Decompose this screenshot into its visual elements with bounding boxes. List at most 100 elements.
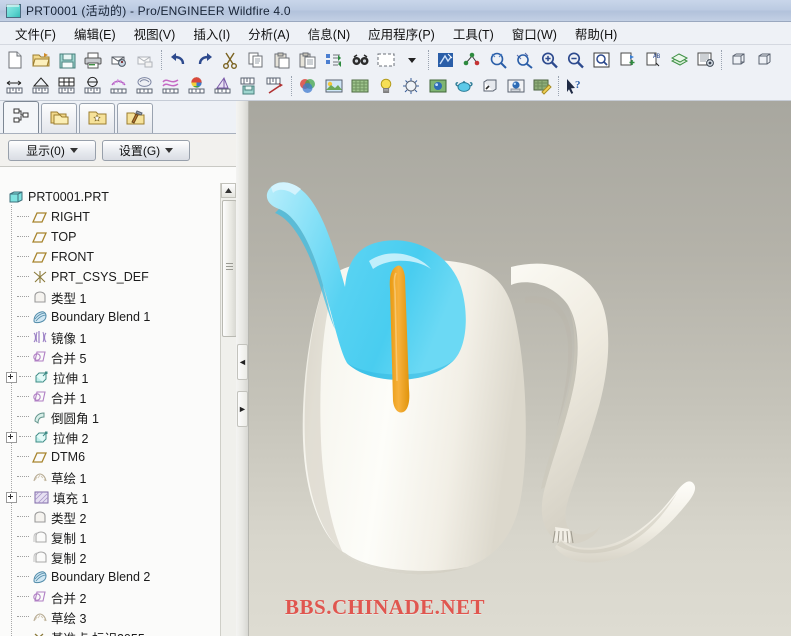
measure-distance-icon[interactable] (2, 74, 28, 98)
expand-plus-icon[interactable] (6, 491, 17, 503)
menu-tools[interactable]: 工具(T) (444, 22, 503, 45)
texture-icon[interactable] (347, 74, 373, 98)
tree-node[interactable]: 合并 1 (0, 387, 220, 407)
graphics-viewport[interactable]: BBS.CHINADE.NET (249, 101, 791, 636)
expand-plus-icon[interactable] (6, 431, 17, 443)
delete-analysis-icon[interactable] (262, 74, 288, 98)
curvature-analysis-icon[interactable] (106, 74, 132, 98)
paste-icon[interactable] (269, 48, 295, 72)
tree-node[interactable]: 类型 2 (0, 507, 220, 527)
tree-node[interactable]: FRONT (0, 247, 220, 267)
expand-plus-icon[interactable] (6, 371, 17, 383)
tree-node[interactable]: Boundary Blend 2 (0, 567, 220, 587)
tree-node[interactable]: 草绘 3 (0, 607, 220, 627)
menu-edit[interactable]: 编辑(E) (65, 22, 125, 45)
measure-angle-icon[interactable] (28, 74, 54, 98)
settings-button[interactable]: 设置(G) (102, 139, 190, 161)
tree-node[interactable]: 合并 2 (0, 587, 220, 607)
scene-icon[interactable] (321, 74, 347, 98)
datum-point-display-icon[interactable] (484, 48, 510, 72)
surface-analysis-icon[interactable] (132, 74, 158, 98)
menu-insert[interactable]: 插入(I) (184, 22, 239, 45)
measure-area-icon[interactable] (54, 74, 80, 98)
new-file-icon[interactable] (2, 48, 28, 72)
datum-axis-display-icon[interactable] (458, 48, 484, 72)
find-icon[interactable] (347, 48, 373, 72)
tree-node[interactable]: PRT0001.PRT (0, 187, 220, 207)
tree-node[interactable]: 倒圆角 1 (0, 407, 220, 427)
datum-csys-display-icon[interactable] (510, 48, 536, 72)
tree-node[interactable]: 拉伸 1 (0, 367, 220, 387)
tree-scroll-area[interactable]: PRT0001.PRT RIGHT TOP FRONT PRT_CSYS_DEF 类型 1… (0, 183, 236, 636)
selection-box-icon[interactable] (373, 48, 399, 72)
color-map-icon[interactable] (184, 74, 210, 98)
color-appearance-icon[interactable] (295, 74, 321, 98)
tree-node[interactable]: PRT_CSYS_DEF (0, 267, 220, 287)
show-button[interactable]: 显示(0) (8, 139, 96, 161)
annotation-display-icon[interactable]: AB (640, 48, 666, 72)
zoom-in-icon[interactable] (536, 48, 562, 72)
teapot-render-icon[interactable] (451, 74, 477, 98)
saved-view-icon[interactable] (692, 48, 718, 72)
sections-analysis-icon[interactable] (158, 74, 184, 98)
save-icon[interactable] (54, 48, 80, 72)
refit-icon[interactable] (588, 48, 614, 72)
menu-help[interactable]: 帮助(H) (566, 22, 626, 45)
no-hidden-icon[interactable] (751, 48, 777, 72)
tree-node[interactable]: 基准点 标识2055 (0, 627, 220, 636)
scrollbar-thumb[interactable] (222, 200, 236, 337)
tree-node[interactable]: RIGHT (0, 207, 220, 227)
perspective-render-icon[interactable] (425, 74, 451, 98)
save-analysis-icon[interactable] (236, 74, 262, 98)
copy-icon[interactable] (243, 48, 269, 72)
tab-connections[interactable] (117, 103, 153, 133)
tree-vertical-scrollbar[interactable] (220, 183, 236, 636)
tree-node[interactable]: 类型 1 (0, 287, 220, 307)
splitter-collapse-right[interactable]: ► (237, 391, 248, 427)
splitter-collapse-left[interactable]: ◄ (237, 344, 248, 380)
hidden-line-icon[interactable] (725, 48, 751, 72)
draft-check-icon[interactable] (210, 74, 236, 98)
tree-node[interactable]: 合并 5 (0, 347, 220, 367)
menu-view[interactable]: 视图(V) (125, 22, 185, 45)
tree-node[interactable]: DTM6 (0, 447, 220, 467)
menu-window[interactable]: 窗口(W) (503, 22, 566, 45)
datum-plane-on-icon[interactable] (614, 48, 640, 72)
tree-node[interactable]: TOP (0, 227, 220, 247)
print-icon[interactable] (80, 48, 106, 72)
render-icon[interactable] (399, 74, 425, 98)
shade-icon[interactable] (477, 74, 503, 98)
mail-recipient-icon[interactable] (132, 48, 158, 72)
photo-render-icon[interactable] (529, 74, 555, 98)
tab-favorites[interactable] (79, 103, 115, 133)
menu-info[interactable]: 信息(N) (299, 22, 359, 45)
tab-folder-browser[interactable] (41, 103, 77, 133)
zoom-out-icon[interactable] (562, 48, 588, 72)
help-pointer-icon[interactable]: ? (562, 74, 588, 98)
menu-applications[interactable]: 应用程序(P) (359, 22, 444, 45)
menu-analysis[interactable]: 分析(A) (239, 22, 299, 45)
panel-splitter[interactable]: ◄ ► (236, 101, 249, 636)
tree-node[interactable]: 草绘 1 (0, 467, 220, 487)
cut-icon[interactable] (217, 48, 243, 72)
render-window-icon[interactable] (503, 74, 529, 98)
menu-file[interactable]: 文件(F) (6, 22, 65, 45)
scroll-up-arrow[interactable] (221, 183, 236, 198)
redo-icon[interactable] (191, 48, 217, 72)
send-mail-icon[interactable] (106, 48, 132, 72)
tree-node[interactable]: Boundary Blend 1 (0, 307, 220, 327)
undo-icon[interactable] (165, 48, 191, 72)
tree-node[interactable]: 拉伸 2 (0, 427, 220, 447)
selection-dropdown-icon[interactable] (399, 48, 425, 72)
layer-display-icon[interactable] (666, 48, 692, 72)
tree-node[interactable]: 复制 2 (0, 547, 220, 567)
paste-special-icon[interactable] (295, 48, 321, 72)
open-folder-icon[interactable] (28, 48, 54, 72)
tab-model-tree[interactable] (3, 101, 39, 133)
measure-diameter-icon[interactable] (80, 74, 106, 98)
regenerate-icon[interactable] (321, 48, 347, 72)
tree-node[interactable]: 镜像 1 (0, 327, 220, 347)
tree-node[interactable]: 填充 1 (0, 487, 220, 507)
light-icon[interactable] (373, 74, 399, 98)
datum-plane-display-icon[interactable] (432, 48, 458, 72)
